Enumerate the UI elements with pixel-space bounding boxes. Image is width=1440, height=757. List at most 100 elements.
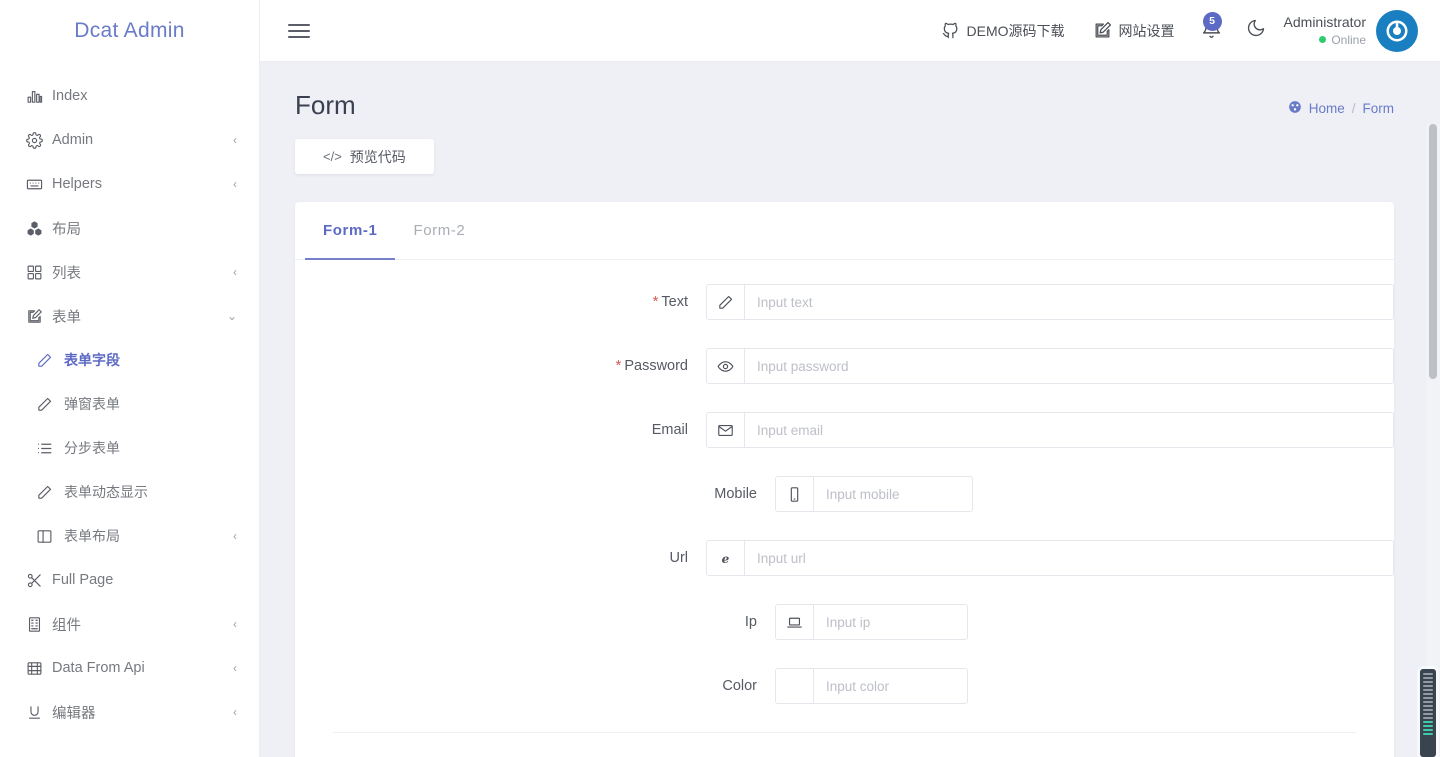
- eye-icon[interactable]: [706, 348, 744, 384]
- form-label-text: Url: [669, 550, 688, 566]
- form-row-mobile: Mobile: [295, 476, 1394, 512]
- list-icon: [36, 440, 64, 457]
- brand-logo[interactable]: Dcat Admin: [0, 0, 259, 62]
- sidebar-item-3[interactable]: 布局: [0, 206, 259, 250]
- sidebar-item-6[interactable]: 表单字段: [0, 338, 259, 382]
- preview-code-button[interactable]: </> 预览代码: [295, 139, 434, 174]
- tab-form-2[interactable]: Form-2: [395, 202, 483, 259]
- form-body: *Text *Password Email Mobile Url e Ip Color Sele…: [295, 260, 1394, 757]
- avatar[interactable]: [1376, 9, 1418, 52]
- form-control: [775, 668, 968, 704]
- sidebar-item-12[interactable]: 组件 ‹: [0, 602, 259, 646]
- form-label-text: Password: [624, 358, 688, 374]
- layout-icon: [36, 528, 64, 545]
- breadcrumb-separator: /: [1351, 101, 1356, 116]
- text-input[interactable]: [744, 284, 1394, 320]
- site-settings-label: 网站设置: [1118, 22, 1175, 39]
- browser-icon[interactable]: e: [706, 540, 744, 576]
- pencil-icon: [36, 352, 64, 369]
- pencil-icon[interactable]: [706, 284, 744, 320]
- page-header: Form Home / Form: [260, 62, 1440, 121]
- form-control: [775, 476, 973, 512]
- form-row-ip: Ip: [295, 604, 1394, 640]
- sidebar-item-10[interactable]: 表单布局 ‹: [0, 514, 259, 558]
- color-swatch[interactable]: [775, 668, 813, 704]
- debugbar-widget[interactable]: [1420, 669, 1436, 757]
- sidebar-item-14[interactable]: 编辑器 ‹: [0, 690, 259, 734]
- main-content: Form Home / Form </> 预览代码 Form-1 Form-2 *…: [260, 62, 1440, 757]
- power-logo-icon: [1383, 16, 1411, 45]
- dashboard-icon: [1288, 100, 1302, 117]
- sidebar-item-2[interactable]: Helpers ‹: [0, 162, 259, 206]
- form-row-text: * Text: [295, 284, 1394, 320]
- envelope-icon[interactable]: [706, 412, 744, 448]
- tab-form-1[interactable]: Form-1: [305, 202, 396, 260]
- sidebar-item-label: 表单字段: [64, 352, 120, 368]
- page-title: Form: [295, 90, 356, 120]
- chevron-left-icon: ‹: [233, 617, 237, 631]
- sidebar-item-13[interactable]: Data From Api ‹: [0, 646, 259, 690]
- form-label-text: Color: [722, 678, 757, 694]
- hamburger-icon[interactable]: [288, 23, 310, 38]
- sidebar-item-5[interactable]: 表单 ⌄: [0, 294, 259, 338]
- sidebar-item-label: 表单布局: [64, 528, 120, 544]
- sidebar-item-label: 编辑器: [52, 705, 96, 722]
- sidebar-item-label: 列表: [52, 265, 81, 282]
- user-status-label: Online: [1331, 32, 1366, 47]
- password-input[interactable]: [744, 348, 1394, 384]
- sidebar-item-1[interactable]: Admin ‹: [0, 118, 259, 162]
- mobile-input[interactable]: [813, 476, 973, 512]
- sidebar-item-0[interactable]: Index: [0, 74, 259, 118]
- chevron-left-icon: ‹: [233, 133, 237, 147]
- sidebar-menu: Index Admin ‹ Helpers ‹ 布局列表 ‹ 表单 ⌄ 表单字段弹窗表单分步表单表…: [0, 62, 259, 734]
- demo-source-link[interactable]: DEMO源码下载: [927, 0, 1079, 62]
- user-menu[interactable]: Administrator Online: [1284, 13, 1366, 48]
- form-control: [706, 412, 1394, 448]
- svg-text:e: e: [722, 551, 730, 565]
- required-marker: *: [615, 358, 622, 374]
- email-input[interactable]: [744, 412, 1394, 448]
- form-control: [775, 604, 968, 640]
- sidebar-item-label: 表单动态显示: [64, 484, 148, 500]
- sidebar-item-4[interactable]: 列表 ‹: [0, 250, 259, 294]
- content-scrollbar-thumb[interactable]: [1429, 124, 1437, 379]
- form-label: Mobile: [295, 486, 775, 502]
- chevron-left-icon: ‹: [233, 265, 237, 279]
- notifications-button[interactable]: 5: [1189, 0, 1234, 62]
- sidebar-item-7[interactable]: 弹窗表单: [0, 382, 259, 426]
- form-tabs: Form-1 Form-2: [295, 202, 1394, 260]
- scissors-icon: [26, 572, 52, 589]
- grid-icon: [26, 264, 52, 281]
- breadcrumb-home[interactable]: Home: [1309, 101, 1345, 116]
- topbar-right-group: DEMO源码下载 网站设置 5 Administrator Online: [927, 0, 1440, 62]
- film-icon: [26, 660, 52, 677]
- sidebar-item-label: 布局: [52, 221, 81, 238]
- url-input[interactable]: [744, 540, 1394, 576]
- ip-input[interactable]: [813, 604, 968, 640]
- sidebar: Dcat Admin Index Admin ‹ Helpers ‹ 布局列表 ‹ 表单 ⌄ 表单…: [0, 0, 260, 757]
- form-control: e: [706, 540, 1394, 576]
- form-row-email: Email: [295, 412, 1394, 448]
- dark-mode-toggle[interactable]: [1234, 0, 1278, 62]
- sidebar-item-label: 弹窗表单: [64, 396, 120, 412]
- form-row-select-table: Select TableChoose Select Table: [295, 733, 1394, 757]
- sidebar-item-9[interactable]: 表单动态显示: [0, 470, 259, 514]
- mobile-icon[interactable]: [775, 476, 813, 512]
- edit-icon: [26, 308, 52, 325]
- chevron-left-icon: ‹: [233, 661, 237, 675]
- sidebar-item-label: Admin: [52, 132, 94, 148]
- gear-icon: [26, 131, 52, 149]
- toolbar: </> 预览代码: [260, 121, 1440, 174]
- sidebar-item-11[interactable]: Full Page: [0, 558, 259, 602]
- site-settings-link[interactable]: 网站设置: [1079, 0, 1189, 62]
- building-icon: [26, 616, 52, 633]
- pencil-icon: [36, 396, 64, 413]
- color-input[interactable]: [813, 668, 968, 704]
- notification-badge: 5: [1202, 11, 1222, 31]
- laptop-icon[interactable]: [775, 604, 813, 640]
- keyboard-icon: [26, 176, 52, 193]
- online-dot-icon: [1319, 36, 1327, 44]
- form-control: [706, 348, 1394, 384]
- sidebar-item-8[interactable]: 分步表单: [0, 426, 259, 470]
- form-control: [706, 284, 1394, 320]
